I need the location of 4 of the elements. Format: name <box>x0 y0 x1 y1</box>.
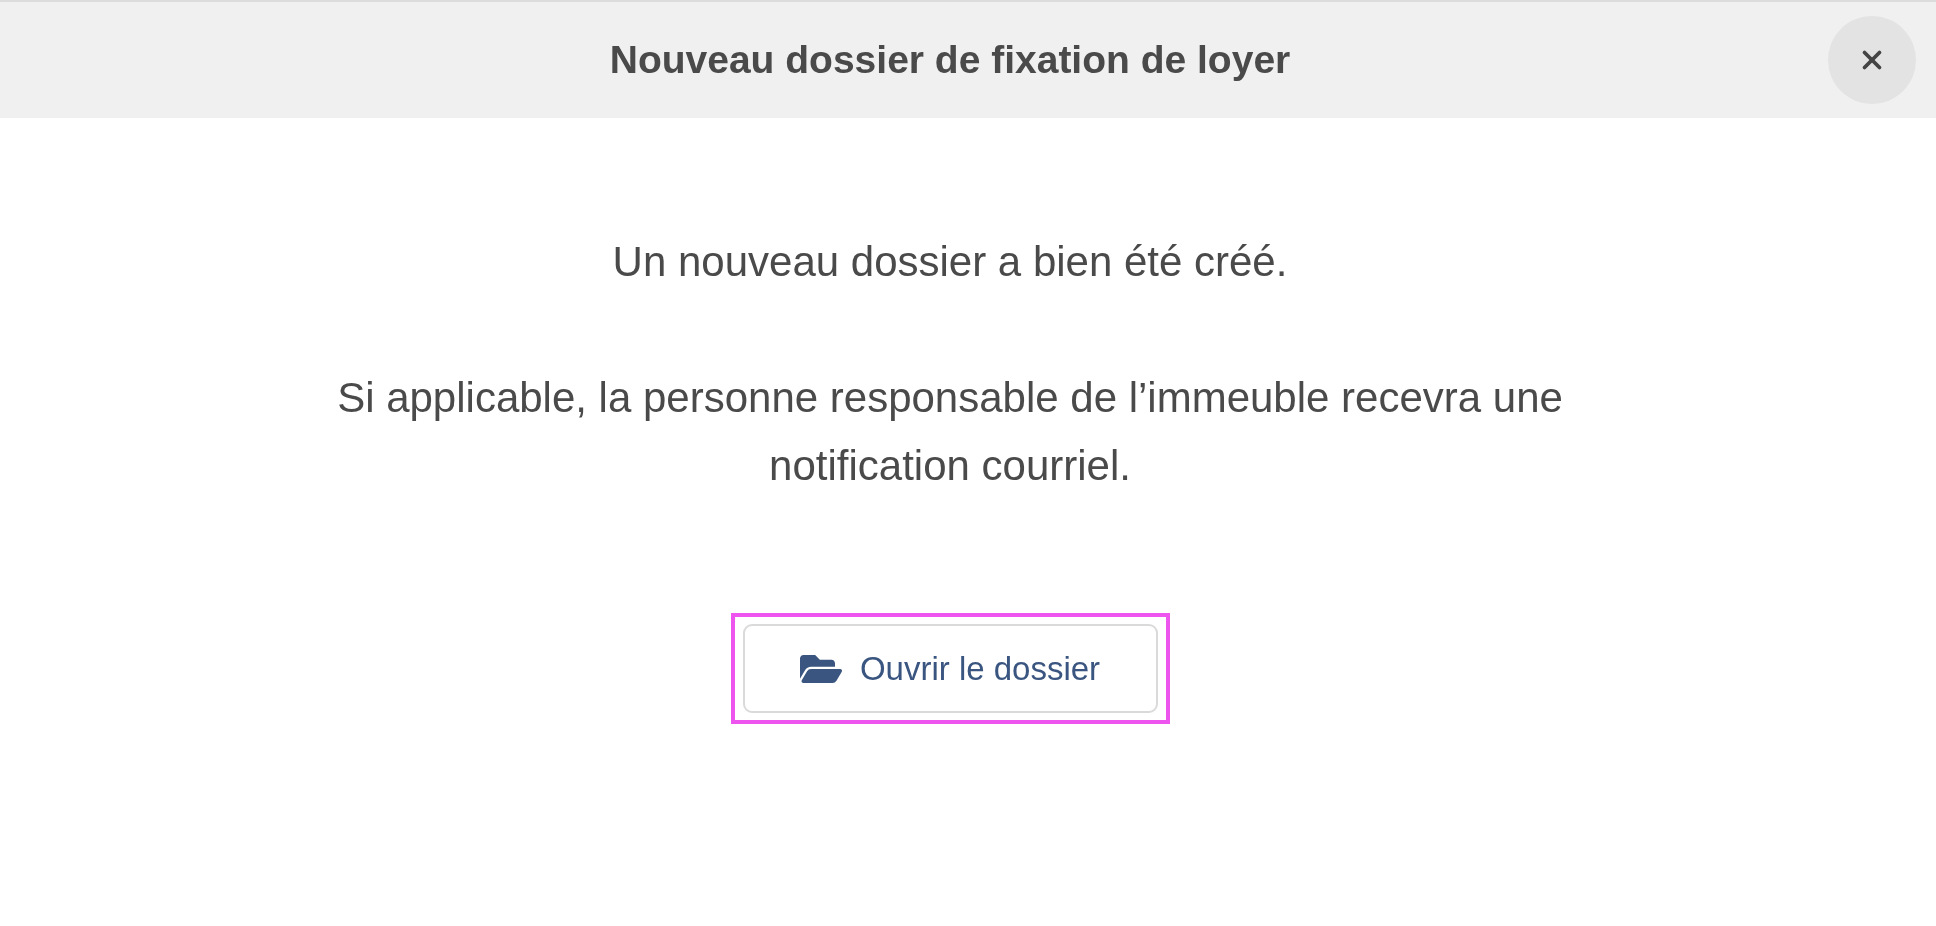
open-folder-button[interactable]: Ouvrir le dossier <box>742 624 1158 713</box>
message-text: Si applicable, la personne responsable de l’immeuble recevra une notification courriel. <box>336 373 1564 491</box>
message-text: Un nouveau dossier a bien été créé. <box>612 237 1288 287</box>
dialog-title: Nouveau dossier de fixation de loyer <box>609 38 1291 82</box>
